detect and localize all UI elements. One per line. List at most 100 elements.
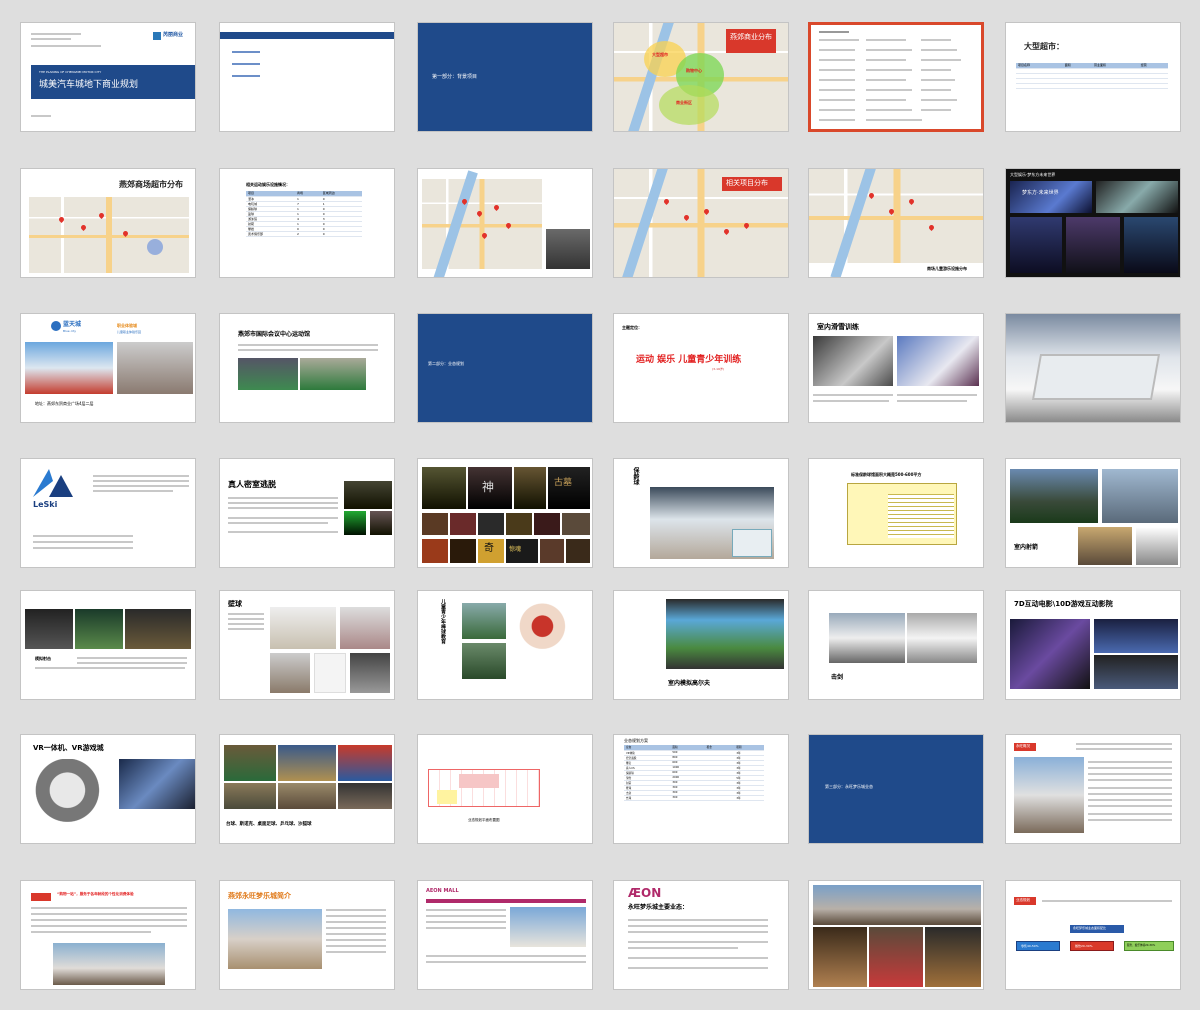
title-band: THE PLANING OF CHENGMEI MOTOR CITY 城美汽车城…: [31, 65, 195, 99]
escape-word-1: 神: [482, 480, 495, 494]
slide-thumbnail-24[interactable]: 室内射箭: [1005, 458, 1181, 568]
slide-thumbnail-15[interactable]: 第二部分：业态规划: [417, 313, 593, 423]
floorplan: [428, 769, 540, 807]
photo: [512, 601, 588, 685]
slide-thumbnail-17[interactable]: 室内滑雪训练: [808, 313, 984, 423]
slide-thumbnail-35[interactable]: 第三部分：永旺梦乐城业态: [808, 734, 984, 844]
zone-c: [659, 85, 719, 125]
slide-title: 标准保龄球馆面积大概是500-600平方: [851, 472, 922, 477]
slide-thumbnail-38[interactable]: 燕郊永旺梦乐城简介: [219, 880, 395, 990]
slide-thumbnail-41[interactable]: [808, 880, 984, 990]
slide-caption: 地址：燕郊东贸商业广场4层二层: [35, 401, 94, 406]
photo: [897, 336, 979, 386]
photo: [25, 342, 113, 394]
slide-thumbnail-18[interactable]: [1005, 313, 1181, 423]
slide-caption: 室内射箭: [1014, 544, 1039, 551]
slide-title: 真人密室逃脱: [228, 480, 276, 489]
zone-b-label: 购物中心: [686, 68, 702, 73]
escape-word-2: 古墓: [554, 478, 573, 488]
slide-label: 业态规划: [1016, 898, 1030, 902]
slide-thumbnail-14[interactable]: 燕郊市国际会议中心运动馆: [219, 313, 395, 423]
slide-caption: 业态规划平面布置图: [468, 818, 500, 822]
slide-thumbnail-10[interactable]: 相关项目分布: [613, 168, 789, 278]
slide-thumbnail-27[interactable]: 儿童青少年棒球教育: [417, 590, 593, 700]
slide-thumbnail-7[interactable]: 燕郊商场超市分布: [20, 168, 196, 278]
slide-thumbnail-9[interactable]: [417, 168, 593, 278]
slide-thumbnail-23[interactable]: 标准保龄球馆面积大概是500-600平方: [808, 458, 984, 568]
slide-title: 室内滑雪训练: [817, 323, 859, 331]
slide-thumbnail-30[interactable]: 7D互动电影\10D游戏互动影院: [1005, 590, 1181, 700]
slide-headline: 运动 娱乐 儿童青少年训练: [636, 355, 742, 365]
slide-thumbnail-16[interactable]: 主题定位： 运动 娱乐 儿童青少年训练 (3-16岁): [613, 313, 789, 423]
slide-thumbnail-5[interactable]: [808, 22, 984, 132]
slide-thumbnail-8[interactable]: 相关运动娱乐设施情况： 项目 商场 区域周边 溜冰 1 0 电玩城 7 1 保龄球 1 0 篮球…: [219, 168, 395, 278]
title-en: THE PLANING OF CHENGMEI MOTOR CITY: [39, 70, 102, 74]
floorplan: [847, 483, 957, 545]
slide-title: 燕郊商业分布: [730, 33, 772, 41]
photo: [1010, 619, 1090, 689]
title-box: 燕郊商业分布: [726, 29, 776, 53]
slide-title: VR一体机、VR游戏城: [33, 744, 104, 752]
slide-thumbnail-33[interactable]: 业态规划平面布置图: [417, 734, 593, 844]
label-box: 业态规划: [1014, 897, 1036, 905]
photo: [117, 342, 193, 394]
photo: [813, 336, 893, 386]
photo: [228, 909, 322, 969]
leski-logo-icon: [33, 469, 73, 497]
slide-thumbnail-2[interactable]: [219, 22, 395, 132]
banner-text: 梦东方·未来世界: [1022, 190, 1059, 196]
map: [422, 170, 542, 277]
ratio-box-entertainment: 服务、娱乐体验20-30%: [1127, 944, 1156, 947]
slide-thumbnail-21[interactable]: 神 古墓 奇 惊魂: [417, 458, 593, 568]
photo: [53, 943, 165, 985]
slide-thumbnail-11[interactable]: 商场儿童游乐设施分布: [808, 168, 984, 278]
slide-thumbnail-29[interactable]: 击剑: [808, 590, 984, 700]
slide-thumbnail-26[interactable]: 壁球: [219, 590, 395, 700]
bluecity-logo-icon: [51, 321, 61, 331]
photo: [1014, 757, 1084, 833]
supermarket-table: 项目名称 面积 营业面积 经营: [1016, 63, 1168, 89]
slide-label: 主题定位：: [622, 325, 642, 330]
slide-thumbnail-32[interactable]: 台球、斯诺克、桌面足球、乒乓球、沙狐球: [219, 734, 395, 844]
slide-thumbnail-22[interactable]: 保龄球: [613, 458, 789, 568]
ratio-box-retail: 零售40-50%: [1021, 944, 1039, 948]
photo: [813, 885, 981, 925]
slide-title: 相关运动娱乐设施情况：: [246, 182, 290, 187]
zone-c-label: 商业街区: [676, 100, 692, 105]
slide-title: 壁球: [228, 600, 242, 608]
slide-thumbnail-42[interactable]: 业态规划 永旺梦乐城业态面积配比 零售40-50% 餐饮20-30% 服务、娱乐…: [1005, 880, 1181, 990]
slide-thumbnail-34[interactable]: 业态规划方案 业态 面积 租金 租期 VR体验 500 3年 密室逃脱 800 3年 攀岩 60…: [613, 734, 789, 844]
photo: [907, 613, 977, 663]
photo: [1010, 469, 1098, 523]
ratio-box-dining: 餐饮20-30%: [1075, 944, 1093, 948]
tagline-sub: 儿童职业体验乐园: [117, 330, 142, 334]
slide-thumbnail-25[interactable]: 模拟射击: [20, 590, 196, 700]
slide-thumbnail-31[interactable]: VR一体机、VR游戏城: [20, 734, 196, 844]
slide-thumbnail-20[interactable]: 真人密室逃脱: [219, 458, 395, 568]
photo: [300, 358, 366, 390]
slide-thumbnail-4[interactable]: 大型超市 购物中心 商业街区 燕郊商业分布: [613, 22, 789, 132]
photo: [510, 907, 586, 947]
slide-thumbnail-36[interactable]: 永旺概况: [1005, 734, 1181, 844]
aeon-logo: ÆON: [628, 886, 662, 900]
section-title: 第二部分：业态规划: [428, 361, 464, 366]
slide-caption: 模拟射击: [35, 656, 51, 661]
photo: [344, 481, 392, 509]
slide-title: 永旺梦乐城主要业态：: [628, 904, 689, 911]
slide-thumbnail-6[interactable]: 大型超市： 项目名称 面积 营业面积 经营: [1005, 22, 1181, 132]
title-box: 相关项目分布: [722, 177, 782, 191]
photo: [546, 229, 590, 269]
slide-thumbnail-37[interactable]: “购物一站”，服务于各年龄段的个性化消费体验: [20, 880, 196, 990]
slide-thumbnail-28[interactable]: 室内模拟高尔夫: [613, 590, 789, 700]
slide-thumbnail-12[interactable]: 大型娱乐·梦东方未来世界 梦东方·未来世界: [1005, 168, 1181, 278]
slide-thumbnail-19[interactable]: LeSki: [20, 458, 196, 568]
slide-thumbnail-1[interactable]: 芮丽商业 THE PLANING OF CHENGMEI MOTOR CITY …: [20, 22, 196, 132]
slide-thumbnail-39[interactable]: AEON MALL: [417, 880, 593, 990]
slide-thumbnail-13[interactable]: 蓝天城 Blue city 职业体验城 儿童职业体验乐园 地址：燕郊东贸商业广场…: [20, 313, 196, 423]
photo: [238, 358, 298, 390]
slide-thumbnail-40[interactable]: ÆON 永旺梦乐城主要业态：: [613, 880, 789, 990]
slide-thumbnail-3[interactable]: 第一部分：背景项目: [417, 22, 593, 132]
slide-title: 保龄球: [632, 467, 639, 485]
slide-sorter: 芮丽商业 THE PLANING OF CHENGMEI MOTOR CITY …: [0, 0, 1200, 1010]
escape-word-3: 奇: [484, 543, 494, 554]
